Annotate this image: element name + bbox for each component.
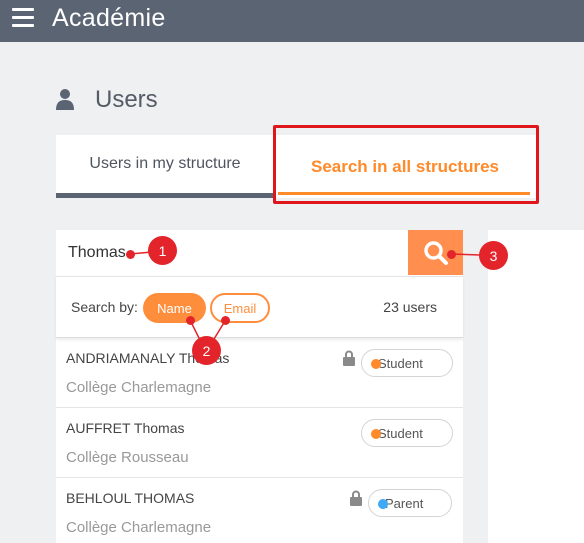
role-dot bbox=[371, 359, 381, 369]
role-badge: Parent bbox=[368, 489, 452, 517]
lock-icon bbox=[343, 350, 355, 366]
annotation-highlight-box bbox=[273, 125, 539, 204]
menu-icon[interactable] bbox=[12, 8, 34, 28]
result-count: 23 users bbox=[383, 299, 437, 315]
user-list-item[interactable]: BEHLOUL THOMAS Collège Charlemagne Paren… bbox=[56, 478, 463, 543]
role-label: Student bbox=[378, 425, 423, 441]
user-icon bbox=[56, 89, 74, 110]
annotation-dot bbox=[447, 250, 456, 259]
lock-icon bbox=[350, 490, 362, 506]
user-name: AUFFRET Thomas bbox=[66, 420, 185, 436]
page-title: Users bbox=[95, 86, 158, 113]
annotation-marker-2: 2 bbox=[192, 336, 221, 365]
tab-label: Users in my structure bbox=[89, 155, 241, 172]
user-school: Collège Charlemagne bbox=[66, 519, 212, 536]
annotation-dot bbox=[221, 316, 230, 325]
search-by-label: Search by: bbox=[71, 299, 138, 315]
role-badge: Student bbox=[361, 419, 453, 447]
top-bar: Académie bbox=[0, 0, 584, 42]
user-list-item[interactable]: AUFFRET Thomas Collège Rousseau Student bbox=[56, 408, 463, 478]
search-input[interactable] bbox=[56, 230, 408, 276]
user-name: BEHLOUL THOMAS bbox=[66, 490, 195, 506]
search-icon bbox=[423, 240, 448, 265]
role-label: Parent bbox=[385, 495, 424, 511]
annotation-dot bbox=[186, 316, 195, 325]
annotation-marker-3: 3 bbox=[479, 241, 508, 270]
search-by-bar: Search by: Name Email 23 users bbox=[56, 276, 463, 338]
annotation-marker-1: 1 bbox=[148, 236, 177, 265]
role-badge: Student bbox=[361, 349, 453, 377]
details-panel bbox=[488, 230, 584, 543]
annotation-dot bbox=[126, 250, 135, 259]
user-school: Collège Charlemagne bbox=[66, 379, 212, 396]
role-dot bbox=[378, 499, 388, 509]
search-panel: Search by: Name Email 23 users ANDRIAMAN… bbox=[56, 230, 463, 543]
role-dot bbox=[371, 429, 381, 439]
user-list-item[interactable]: ANDRIAMANALY Thomas Collège Charlemagne … bbox=[56, 338, 463, 408]
role-label: Student bbox=[378, 355, 423, 371]
app-title: Académie bbox=[52, 4, 166, 32]
user-school: Collège Rousseau bbox=[66, 449, 189, 466]
tab-users-in-my-structure[interactable]: Users in my structure bbox=[56, 135, 274, 198]
search-by-email-toggle[interactable]: Email bbox=[210, 293, 270, 323]
search-by-name-toggle[interactable]: Name bbox=[143, 293, 206, 323]
